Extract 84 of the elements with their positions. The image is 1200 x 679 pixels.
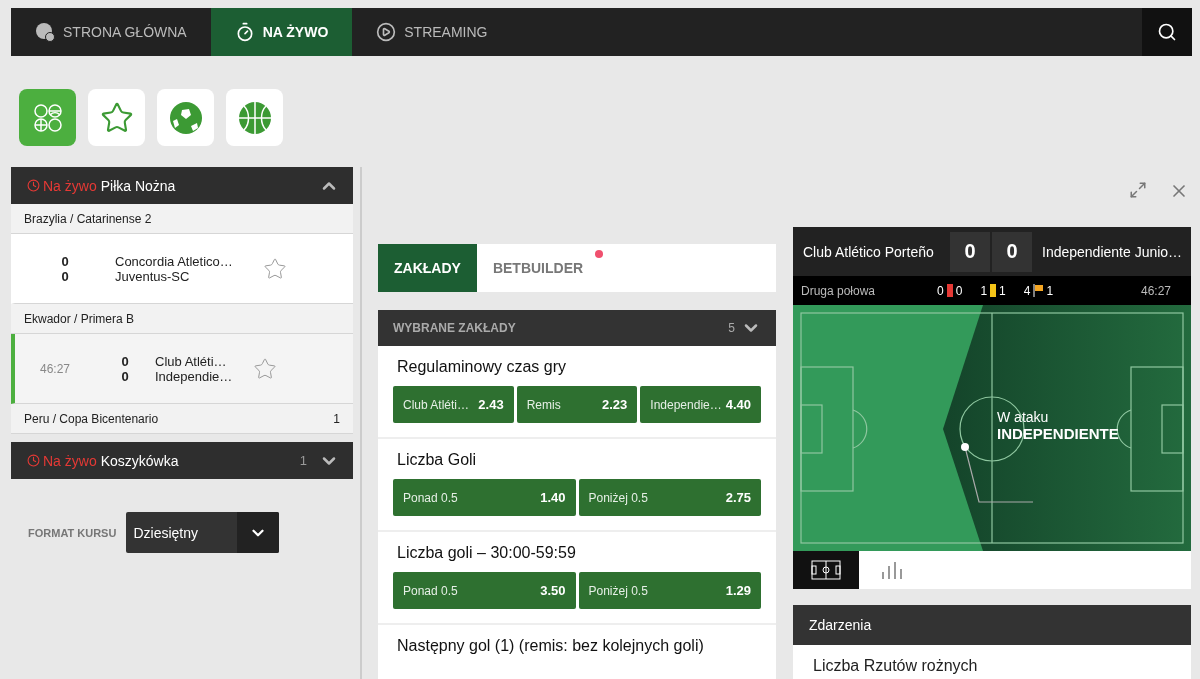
team-name: Independie… — [155, 368, 234, 384]
sport-title: Piłka Nożna — [100, 177, 176, 194]
view-tab[interactable] — [793, 551, 859, 589]
odds-format-select[interactable]: Dziesiętny — [126, 512, 280, 553]
score: 0 — [992, 231, 1032, 272]
bar-chart-icon — [880, 560, 904, 580]
league-row[interactable]: Peru / Copa Bicentenario 1 — [11, 404, 353, 434]
team-name: Club Atléti… — [155, 353, 228, 369]
expand-icon[interactable] — [1129, 181, 1147, 201]
league-name: Ekwador / Primera B — [24, 311, 135, 326]
odds-button[interactable]: Poniżej 0.5 1.29 — [578, 572, 761, 609]
bets-count: 5 — [728, 321, 735, 335]
team-name: Concordia Atletico… — [115, 253, 234, 269]
attack-label: W ataku — [997, 409, 1050, 425]
event-item[interactable]: Liczba Rzutów rożnych — [793, 645, 1191, 679]
section-header[interactable]: Na żywo Piłka Nożna — [11, 167, 353, 204]
score: 0 — [61, 268, 69, 284]
market-title: Liczba goli – 30:00-59:59 — [397, 544, 577, 562]
market-title: Liczba Goli — [397, 451, 478, 469]
section-header[interactable]: Na żywo Koszykówka 1 — [11, 442, 353, 479]
stat-value: 1 — [980, 283, 988, 298]
bet-tab[interactable]: ZAKŁADY — [378, 244, 477, 292]
score: 0 — [950, 231, 990, 272]
match-time: 46:27 — [39, 361, 71, 376]
stat-value: 4 — [1023, 283, 1031, 298]
sports-balls-icon — [32, 102, 63, 133]
favorite-star-icon[interactable] — [253, 356, 277, 381]
match-row[interactable]: 46:27 0 0 Club Atléti… Independie… — [11, 334, 353, 404]
card-icon — [946, 284, 953, 297]
league-count: 1 — [333, 411, 340, 426]
basketball-icon — [237, 100, 272, 135]
live-text: Na żywo — [43, 452, 97, 469]
market-title: Następny gol (1) (remis: bez kolejnych goli) — [397, 637, 705, 655]
league-row[interactable]: Brazylia / Catarinense 2 — [11, 204, 353, 234]
attacking-team: INDEPENDIENTE — [997, 425, 1119, 442]
bets-header[interactable]: WYBRANE ZAKŁADY 5 — [378, 310, 776, 346]
league-row[interactable]: Ekwador / Primera B — [11, 304, 353, 334]
match-time: 46:27 — [1140, 283, 1171, 298]
card-icon — [990, 284, 997, 297]
bets-title: WYBRANE ZAKŁADY — [393, 321, 516, 335]
corner-flag-icon — [1033, 284, 1044, 297]
nav-tab[interactable]: STRONA GŁÓWNA — [11, 8, 211, 56]
stat-value: 0 — [955, 283, 963, 298]
odds-button[interactable]: Remis 2.23 — [516, 386, 638, 423]
match-row[interactable]: 0 0 Concordia Atletico… Juventus-SC — [11, 234, 353, 304]
match-period: Druga połowa — [801, 283, 877, 298]
search-button[interactable] — [1142, 8, 1192, 56]
stat-value: 1 — [1046, 283, 1054, 298]
score: 0 — [61, 253, 69, 269]
favorite-star-icon[interactable] — [263, 256, 287, 281]
clock-icon — [27, 454, 40, 467]
event-count: 1 — [299, 453, 307, 468]
balls-icon — [35, 22, 55, 42]
play-icon — [376, 22, 397, 42]
soccer-ball-icon — [168, 100, 203, 135]
sport-filter-button[interactable] — [226, 89, 283, 146]
stat-value: 1 — [999, 283, 1006, 298]
sport-title: Koszykówka — [100, 452, 179, 469]
market-title: Regulaminowy czas gry — [397, 358, 567, 376]
nav-tab[interactable]: NA ŻYWO — [210, 8, 353, 56]
odds-button[interactable]: Poniżej 0.5 2.75 — [578, 479, 761, 516]
team-name: Independiente Junio… — [1041, 243, 1184, 260]
events-header[interactable]: Zdarzenia — [793, 605, 1191, 645]
clock-icon — [27, 179, 40, 192]
sport-filter-button[interactable] — [19, 89, 76, 146]
team-name: Club Atlético Porteño — [803, 243, 935, 260]
pitch-icon — [811, 560, 841, 580]
odds-button[interactable]: Independie… 4.40 — [640, 386, 761, 423]
stat-value: 0 — [937, 283, 944, 298]
league-name: Peru / Copa Bicentenario — [24, 411, 159, 426]
nav-tab[interactable]: STREAMING — [352, 8, 512, 56]
league-name: Brazylia / Catarinense 2 — [24, 211, 152, 226]
odds-format-label: FORMAT KURSU — [28, 526, 117, 539]
sport-filter-button[interactable] — [157, 89, 214, 146]
score: 0 — [121, 353, 129, 369]
search-icon — [1157, 22, 1177, 42]
odds-button[interactable]: Club Atléti… 2.43 — [393, 386, 514, 423]
odds-button[interactable]: Ponad 0.5 3.50 — [393, 572, 576, 609]
score: 0 — [121, 368, 129, 384]
team-name: Juventus-SC — [115, 268, 191, 284]
sport-filter-button[interactable] — [88, 89, 145, 146]
odds-button[interactable]: Ponad 0.5 1.40 — [393, 479, 576, 516]
live-text: Na żywo — [43, 177, 97, 194]
star-icon — [99, 100, 134, 135]
